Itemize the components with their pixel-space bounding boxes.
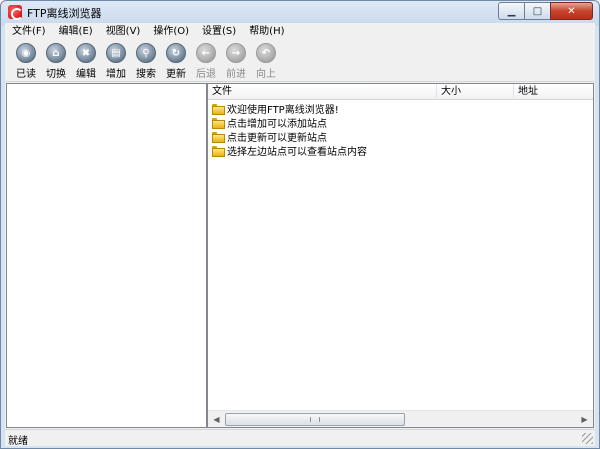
- up-button[interactable]: ↶ 向上: [251, 40, 281, 81]
- list-header: 文件 大小 地址: [208, 84, 593, 100]
- status-text: 就绪: [8, 436, 28, 447]
- list-item-name: 选择左边站点可以查看站点内容: [227, 146, 367, 158]
- minimize-icon: ▁: [507, 5, 516, 17]
- edit-button-label: 编辑: [76, 69, 96, 80]
- scrollbar-thumb[interactable]: [225, 413, 405, 426]
- up-icon: ↶: [256, 43, 276, 63]
- maximize-button[interactable]: □: [524, 2, 550, 20]
- folder-icon: [212, 131, 225, 143]
- file-list-pane[interactable]: 文件 大小 地址 欢迎使用FTP离线浏览器! 点击增加可以添加站点 点击更新可以…: [207, 83, 594, 428]
- resize-grip-icon[interactable]: [582, 433, 593, 444]
- column-header-size[interactable]: 大小: [437, 84, 514, 100]
- forward-button-label: 前进: [226, 69, 246, 80]
- read-icon: ◉: [16, 43, 36, 63]
- refresh-button[interactable]: ↻ 更新: [161, 40, 191, 81]
- search-button-label: 搜索: [136, 69, 156, 80]
- up-button-label: 向上: [256, 69, 276, 80]
- forward-button[interactable]: → 前进: [221, 40, 251, 81]
- column-header-address[interactable]: 地址: [514, 84, 593, 100]
- window-title: FTP离线浏览器: [27, 7, 102, 20]
- client-area: 文件 大小 地址 欢迎使用FTP离线浏览器! 点击增加可以添加站点 点击更新可以…: [5, 82, 595, 429]
- file-list: 欢迎使用FTP离线浏览器! 点击增加可以添加站点 点击更新可以更新站点 选择左边…: [208, 101, 593, 158]
- status-bar: 就绪: [5, 429, 595, 447]
- list-item[interactable]: 点击更新可以更新站点: [208, 129, 593, 144]
- back-button[interactable]: ← 后退: [191, 40, 221, 81]
- add-button-label: 增加: [106, 69, 126, 80]
- back-button-label: 后退: [196, 69, 216, 80]
- maximize-icon: □: [532, 5, 543, 17]
- title-bar[interactable]: FTP离线浏览器 ▁ □ ✕: [1, 1, 599, 23]
- switch-button-label: 切换: [46, 69, 66, 80]
- app-logo-icon[interactable]: [8, 5, 23, 20]
- folder-icon: [212, 117, 225, 129]
- scroll-left-icon[interactable]: ◀: [208, 411, 225, 427]
- search-button[interactable]: ⚲ 搜索: [131, 40, 161, 81]
- switch-button[interactable]: ⌂ 切换: [41, 40, 71, 81]
- menu-file[interactable]: 文件(F): [5, 23, 52, 40]
- add-button[interactable]: ▤ 增加: [101, 40, 131, 81]
- edit-button[interactable]: ✖ 编辑: [71, 40, 101, 81]
- minimize-button[interactable]: ▁: [498, 2, 524, 20]
- menu-help[interactable]: 帮助(H): [242, 23, 290, 40]
- close-button[interactable]: ✕: [550, 2, 593, 20]
- list-item[interactable]: 点击增加可以添加站点: [208, 115, 593, 130]
- scroll-right-icon[interactable]: ▶: [576, 411, 593, 427]
- list-item-name: 欢迎使用FTP离线浏览器!: [227, 104, 339, 116]
- folder-icon: [212, 145, 225, 157]
- menu-operate[interactable]: 操作(O): [146, 23, 195, 40]
- site-tree-pane[interactable]: [6, 83, 207, 428]
- column-header-file[interactable]: 文件: [208, 84, 437, 100]
- forward-icon: →: [226, 43, 246, 63]
- horizontal-scrollbar[interactable]: ◀ ▶: [208, 410, 593, 427]
- read-button[interactable]: ◉ 已读: [11, 40, 41, 81]
- add-icon: ▤: [106, 43, 126, 63]
- caption-buttons: ▁ □ ✕: [498, 2, 593, 20]
- refresh-icon: ↻: [166, 43, 186, 63]
- switch-icon: ⌂: [46, 43, 66, 63]
- list-item-name: 点击增加可以添加站点: [227, 118, 327, 130]
- list-item-name: 点击更新可以更新站点: [227, 132, 327, 144]
- list-item[interactable]: 欢迎使用FTP离线浏览器!: [208, 101, 593, 116]
- menu-bar: 文件(F) 编辑(E) 视图(V) 操作(O) 设置(S) 帮助(H): [5, 23, 595, 40]
- menu-edit[interactable]: 编辑(E): [52, 23, 99, 40]
- search-icon: ⚲: [136, 43, 156, 63]
- list-item[interactable]: 选择左边站点可以查看站点内容: [208, 143, 593, 158]
- menu-settings[interactable]: 设置(S): [195, 23, 242, 40]
- read-button-label: 已读: [16, 69, 36, 80]
- close-icon: ✕: [567, 5, 576, 17]
- app-window: FTP离线浏览器 ▁ □ ✕ 文件(F) 编辑(E) 视图(V) 操作(O) 设…: [0, 0, 600, 449]
- menu-view[interactable]: 视图(V): [99, 23, 147, 40]
- refresh-button-label: 更新: [166, 69, 186, 80]
- back-icon: ←: [196, 43, 216, 63]
- folder-icon: [212, 103, 225, 115]
- edit-icon: ✖: [76, 43, 96, 63]
- toolbar: ◉ 已读 ⌂ 切换 ✖ 编辑 ▤ 增加 ⚲ 搜索 ↻ 更新 ← 后退 → 前进: [5, 40, 595, 82]
